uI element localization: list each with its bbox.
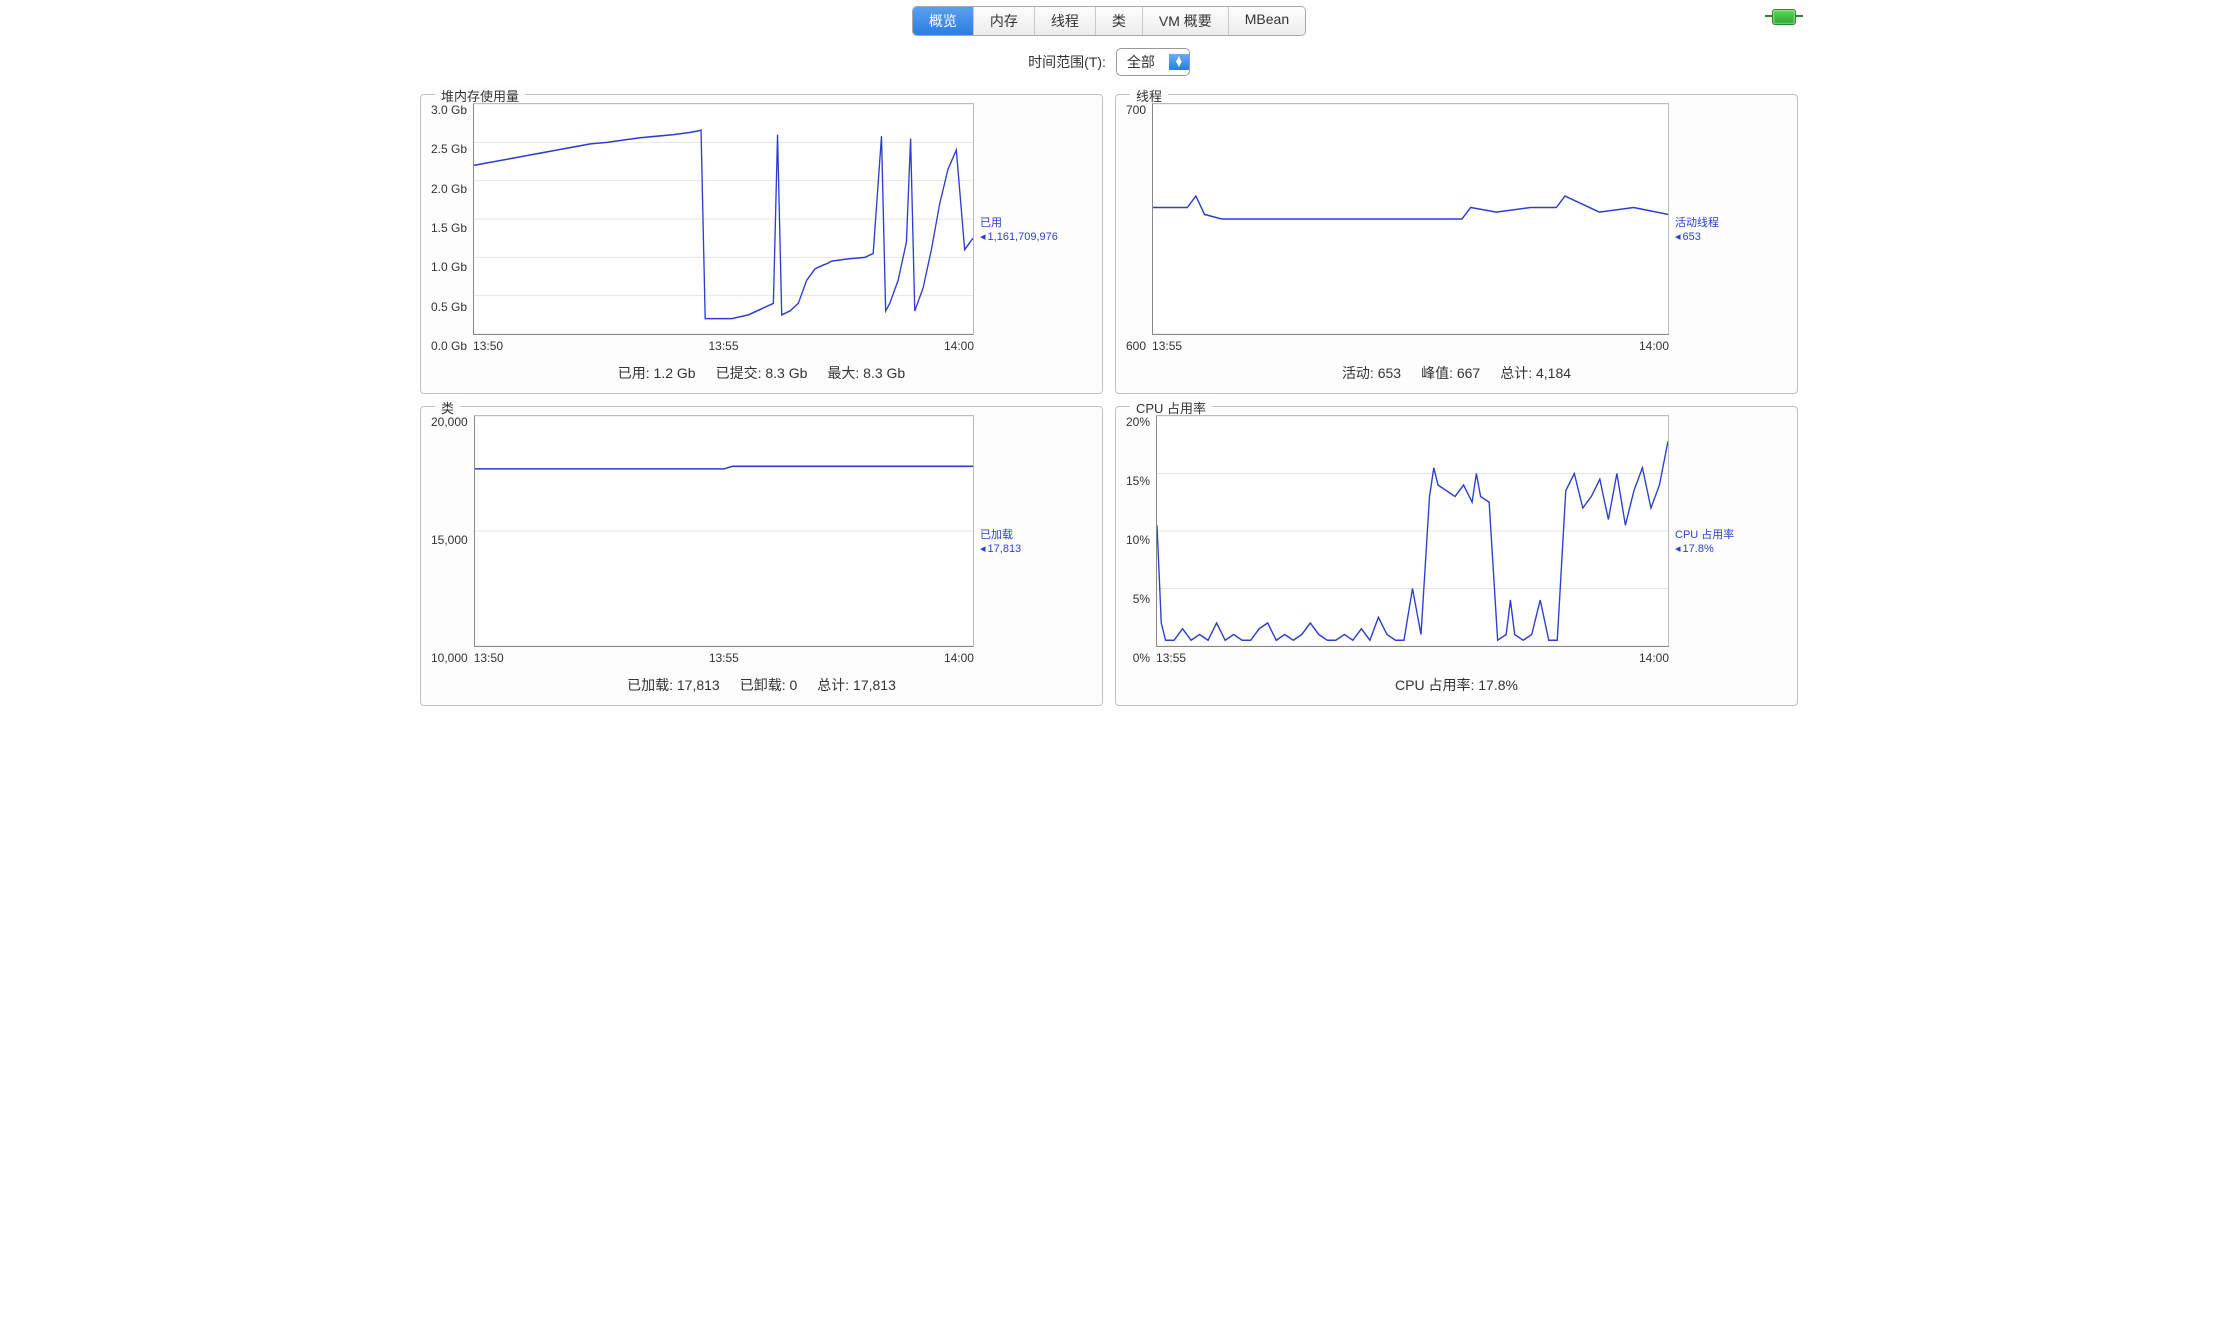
plot-cpu[interactable] (1156, 415, 1669, 647)
xaxis-heap: 13:5013:5514:00 (473, 335, 974, 353)
legend-threads-name: 活动线程 (1675, 214, 1787, 230)
connection-status-icon (1772, 9, 1796, 25)
plot-heap[interactable] (473, 103, 974, 335)
legend-threads: 活动线程 ◂653 (1669, 103, 1787, 353)
time-range-value: 全部 (1117, 49, 1169, 75)
footer-heap: 已用: 1.2 Gb已提交: 8.3 Gb最大: 8.3 Gb (431, 363, 1092, 383)
chevron-updown-icon: ▲▼ (1169, 54, 1189, 70)
yaxis-classes: 20,00015,00010,000 (431, 415, 474, 665)
legend-classes: 已加载 ◂17,813 (974, 415, 1092, 665)
legend-heap: 已用 ◂1,161,709,976 (974, 103, 1092, 353)
yaxis-heap: 3.0 Gb2.5 Gb2.0 Gb1.5 Gb1.0 Gb0.5 Gb0.0 … (431, 103, 473, 353)
time-range-select[interactable]: 全部 ▲▼ (1116, 48, 1190, 76)
tab-overview[interactable]: 概览 (913, 7, 974, 35)
legend-cpu: CPU 占用率 ◂17.8% (1669, 415, 1787, 665)
panel-heap: 堆内存使用量 3.0 Gb2.5 Gb2.0 Gb1.5 Gb1.0 Gb0.5… (420, 94, 1103, 394)
footer-classes: 已加载: 17,813已卸载: 0总计: 17,813 (431, 675, 1092, 695)
legend-heap-value: 1,161,709,976 (988, 231, 1058, 243)
tab-bar: 概览 内存 线程 类 VM 概要 MBean (414, 6, 1804, 36)
tab-threads[interactable]: 线程 (1035, 7, 1096, 35)
tab-classes[interactable]: 类 (1096, 7, 1143, 35)
plot-classes[interactable] (474, 415, 974, 647)
time-range-label: 时间范围(T): (1028, 52, 1106, 72)
legend-threads-value: 653 (1683, 231, 1701, 243)
legend-heap-name: 已用 (980, 214, 1092, 230)
footer-threads: 活动: 653峰值: 667总计: 4,184 (1126, 363, 1787, 383)
tab-mbean[interactable]: MBean (1229, 7, 1305, 35)
legend-classes-name: 已加载 (980, 526, 1092, 542)
legend-cpu-value: 17.8% (1683, 543, 1714, 555)
legend-classes-value: 17,813 (988, 543, 1022, 555)
xaxis-threads: 13:5514:00 (1152, 335, 1669, 353)
panel-classes: 类 20,00015,00010,000 13:5013:5514:00 已加载… (420, 406, 1103, 706)
legend-cpu-name: CPU 占用率 (1675, 526, 1787, 542)
footer-cpu: CPU 占用率: 17.8% (1126, 675, 1787, 695)
yaxis-threads: 700600 (1126, 103, 1152, 353)
xaxis-cpu: 13:5514:00 (1156, 647, 1669, 665)
plot-threads[interactable] (1152, 103, 1669, 335)
yaxis-cpu: 20%15%10%5%0% (1126, 415, 1156, 665)
panel-cpu: CPU 占用率 20%15%10%5%0% 13:5514:00 CPU 占用率… (1115, 406, 1798, 706)
panel-threads: 线程 700600 13:5514:00 活动线程 ◂653 活动: 653峰值… (1115, 94, 1798, 394)
tab-memory[interactable]: 内存 (974, 7, 1035, 35)
tab-vmsummary[interactable]: VM 概要 (1143, 7, 1229, 35)
tabs: 概览 内存 线程 类 VM 概要 MBean (912, 6, 1306, 36)
panel-title-classes: 类 (435, 398, 460, 417)
xaxis-classes: 13:5013:5514:00 (474, 647, 974, 665)
